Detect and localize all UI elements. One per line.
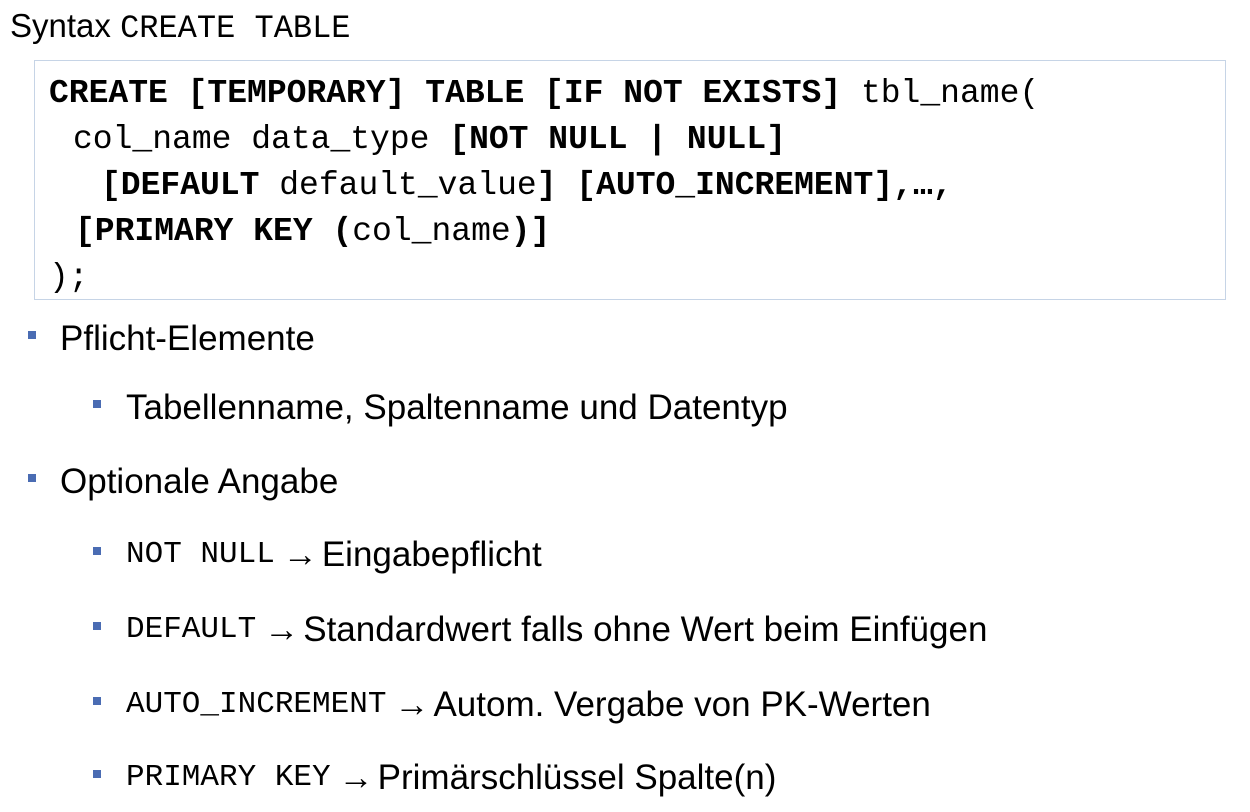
code-keyword: CREATE [TEMPORARY] TABLE [IF NOT EXISTS] xyxy=(49,75,842,112)
bullet-square-icon xyxy=(93,547,101,555)
bullet-optional-item: AUTO_INCREMENT → Autom. Vergabe von PK-W… xyxy=(126,683,931,727)
bullet-text: Standardwert falls ohne Wert beim Einfüg… xyxy=(303,610,988,649)
bullet-code: AUTO_INCREMENT xyxy=(126,687,387,722)
bullet-square-icon xyxy=(93,697,101,705)
code-plain: tbl_name( xyxy=(841,75,1040,112)
code-keyword: )] xyxy=(510,213,551,250)
code-plain: ); xyxy=(49,259,89,296)
title-label: Syntax xyxy=(10,7,111,44)
code-line-2: col_name data_type [NOT NULL | NULL] xyxy=(73,117,786,163)
slide-title: Syntax CREATE TABLE xyxy=(10,4,351,51)
arrow-icon: → xyxy=(264,610,300,649)
bullet-square-icon xyxy=(93,400,101,408)
code-plain: col_name data_type xyxy=(73,121,450,158)
code-keyword: [PRIMARY KEY ( xyxy=(75,213,353,250)
arrow-icon: → xyxy=(282,535,318,574)
bullet-optional-item: NOT NULL → Eingabepflicht xyxy=(126,533,542,577)
bullet-text: Optionale Angabe xyxy=(60,462,339,501)
bullet-text: Pflicht-Elemente xyxy=(60,319,315,358)
bullet-square-icon xyxy=(93,622,101,630)
bullet-code: NOT NULL xyxy=(126,537,275,572)
code-line-5: ); xyxy=(49,255,89,301)
syntax-code-box: CREATE [TEMPORARY] TABLE [IF NOT EXISTS]… xyxy=(34,60,1226,300)
code-keyword: [DEFAULT xyxy=(101,167,260,204)
code-plain: default_value xyxy=(259,167,537,204)
bullet-square-icon xyxy=(28,474,36,482)
bullet-text: Tabellenname, Spaltenname und Datentyp xyxy=(126,388,788,427)
bullet-optional-item: DEFAULT → Standardwert falls ohne Wert b… xyxy=(126,608,987,652)
bullet-code: DEFAULT xyxy=(126,612,257,647)
bullet-optional: Optionale Angabe xyxy=(60,460,338,504)
arrow-icon: → xyxy=(338,758,374,797)
bullet-optional-item: PRIMARY KEY → Primärschlüssel Spalte(n) xyxy=(126,756,776,800)
code-plain: col_name xyxy=(352,213,511,250)
code-line-4: [PRIMARY KEY (col_name)] xyxy=(75,209,550,255)
bullet-code: PRIMARY KEY xyxy=(126,760,331,795)
bullet-square-icon xyxy=(28,331,36,339)
code-keyword: ] [AUTO_INCREMENT],…, xyxy=(536,167,953,204)
bullet-text: Autom. Vergabe von PK-Werten xyxy=(433,685,931,724)
bullet-mandatory: Pflicht-Elemente xyxy=(60,317,315,361)
code-keyword: [NOT NULL | NULL] xyxy=(449,121,786,158)
arrow-icon: → xyxy=(394,685,430,724)
code-line-1: CREATE [TEMPORARY] TABLE [IF NOT EXISTS]… xyxy=(49,71,1039,117)
bullet-square-icon xyxy=(93,770,101,778)
code-line-3: [DEFAULT default_value] [AUTO_INCREMENT]… xyxy=(101,163,953,209)
bullet-text: Primärschlüssel Spalte(n) xyxy=(377,758,777,797)
bullet-text: Eingabepflicht xyxy=(321,535,542,574)
title-code: CREATE TABLE xyxy=(120,10,351,47)
bullet-mandatory-item: Tabellenname, Spaltenname und Datentyp xyxy=(126,386,788,430)
